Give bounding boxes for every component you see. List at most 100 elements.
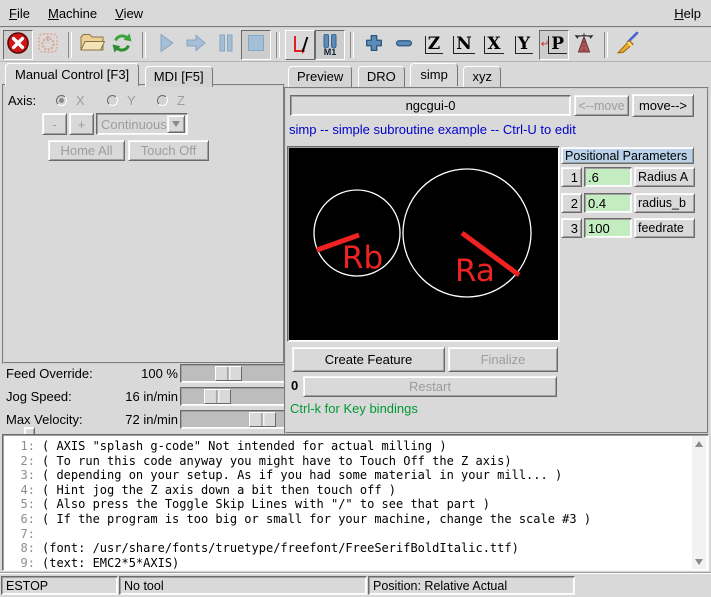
param-2-number: 2 (561, 193, 582, 213)
touch-off-button[interactable]: Touch Off (128, 140, 209, 161)
param-2-name: radius_b (634, 193, 695, 213)
keybinding-hint: Ctrl-k for Key bindings (290, 401, 418, 416)
positional-parameters-header: Positional Parameters (561, 147, 694, 164)
move-right-button[interactable]: move--> (632, 94, 694, 117)
tab-manual-control[interactable]: Manual Control [F3] (5, 63, 139, 86)
view-y-button[interactable]: Y (509, 30, 539, 60)
home-all-button[interactable]: Home All (48, 140, 125, 161)
zoom-out-button[interactable] (389, 30, 419, 60)
estop-icon (6, 31, 30, 58)
scroll-down-button[interactable] (693, 555, 705, 568)
create-feature-button[interactable]: Create Feature (292, 347, 445, 372)
tab-preview[interactable]: Preview (288, 66, 352, 87)
status-position: Position: Relative Actual (368, 576, 575, 595)
restart-button[interactable]: Restart (303, 376, 557, 397)
rotate-view-icon (571, 31, 597, 58)
toggle-skip-lines-button[interactable]: / (285, 30, 315, 60)
gcode-line: 5:( Also press the Toggle Skip Lines wit… (9, 497, 690, 512)
axis-radio-x[interactable] (56, 95, 67, 106)
finalize-button[interactable]: Finalize (448, 347, 558, 372)
view-p-button[interactable]: ↵ P (539, 30, 569, 60)
open-file-button[interactable] (77, 30, 107, 60)
machine-power-icon (36, 31, 60, 58)
axis-radio-x-label: X (76, 93, 85, 108)
tab-mdi[interactable]: MDI [F5] (145, 66, 213, 87)
stop-button[interactable] (241, 30, 271, 60)
zoom-in-icon (363, 32, 385, 57)
jog-mode-value: Continuous (97, 117, 167, 132)
toolbar: / M1 Z N X Y (0, 28, 711, 62)
arrow-down-icon (695, 559, 703, 565)
gcode-text-area[interactable]: 1:( AXIS "splash g-code" Not intended fo… (2, 434, 709, 571)
view-x-icon: X (484, 36, 503, 54)
reload-file-button[interactable] (107, 30, 137, 60)
toolbar-separator (350, 32, 354, 58)
max-velocity-slider[interactable] (180, 410, 286, 429)
tab-dro[interactable]: DRO (358, 66, 405, 87)
jog-speed-value: 16 in/min (114, 389, 178, 404)
subroutine-preview-canvas: Rb Ra (287, 146, 560, 342)
toolbar-separator (68, 32, 72, 58)
chevron-down-icon (172, 121, 180, 127)
param-1-number: 1 (561, 167, 582, 187)
gcode-scrollbar[interactable] (692, 436, 706, 569)
clear-plot-button[interactable] (613, 30, 643, 60)
jog-speed-row: Jog Speed: 16 in/min (6, 387, 282, 407)
rotate-view-button[interactable] (569, 30, 599, 60)
subroutine-subtitle: simp -- simple subroutine example -- Ctr… (289, 122, 576, 137)
param-1-entry[interactable]: .6 (584, 167, 632, 187)
axis-radio-z[interactable] (157, 95, 168, 106)
param-2-entry[interactable]: 0.4 (584, 193, 632, 213)
jog-mode-combobox[interactable]: Continuous (96, 113, 188, 135)
gcode-line: 7: (9, 527, 690, 542)
arrow-up-icon (695, 441, 703, 447)
menu-help[interactable]: Help (664, 2, 711, 25)
feed-override-slider-handle[interactable] (215, 366, 242, 381)
menu-machine[interactable]: Machine (39, 2, 106, 25)
param-1-name: Radius A (634, 167, 695, 187)
param-3-entry[interactable]: 100 (584, 218, 632, 238)
jog-speed-slider-handle[interactable] (204, 389, 231, 404)
menu-file[interactable]: File (0, 2, 39, 25)
tab-xyz[interactable]: xyz (463, 66, 501, 87)
toolbar-separator (142, 32, 146, 58)
axis-radio-y[interactable] (107, 95, 118, 106)
move-left-button[interactable]: <--move (574, 95, 629, 116)
gcode-line: 3:( depending on your setup. As if you h… (9, 468, 690, 483)
view-z-button[interactable]: Z (419, 30, 449, 60)
view-x-button[interactable]: X (479, 30, 509, 60)
jog-minus-button[interactable]: - (42, 113, 67, 135)
pause-button[interactable] (211, 30, 241, 60)
clear-plot-icon (615, 31, 641, 58)
gcode-line: 2:( To run this code anyway you might ha… (9, 454, 690, 469)
zoom-in-button[interactable] (359, 30, 389, 60)
axis-label: Axis: (8, 93, 36, 108)
status-estop: ESTOP (1, 576, 118, 595)
feed-override-slider[interactable] (180, 364, 286, 383)
view-z2-button[interactable]: N (449, 30, 479, 60)
zoom-out-icon (393, 32, 415, 57)
axis-radio-y-label: Y (127, 93, 136, 108)
reload-file-icon (110, 31, 134, 58)
view-p-icon: P (548, 36, 567, 54)
machine-power-button[interactable] (33, 30, 63, 60)
menu-view[interactable]: View (106, 2, 152, 25)
run-button[interactable] (151, 30, 181, 60)
estop-button[interactable] (3, 30, 33, 60)
optional-pause-button[interactable]: M1 (315, 30, 345, 60)
toggle-skip-lines-icon: / (292, 34, 309, 56)
large-circle-label: Ra (455, 253, 495, 289)
axis-main-window: File Machine View Help (0, 0, 711, 597)
jog-speed-slider[interactable] (180, 387, 286, 406)
tab-simp[interactable]: simp (410, 63, 457, 86)
param-3-number: 3 (561, 218, 582, 238)
max-velocity-slider-handle[interactable] (249, 412, 276, 427)
max-velocity-row: Max Velocity: 72 in/min (6, 410, 282, 430)
jog-plus-button[interactable]: + (69, 113, 94, 135)
jog-mode-dropdown-button[interactable] (167, 115, 185, 133)
jog-speed-label: Jog Speed: (6, 389, 72, 404)
status-tool: No tool (119, 576, 367, 595)
scroll-up-button[interactable] (693, 437, 705, 450)
step-button[interactable] (181, 30, 211, 60)
axis-radio-z-label: Z (177, 93, 185, 108)
